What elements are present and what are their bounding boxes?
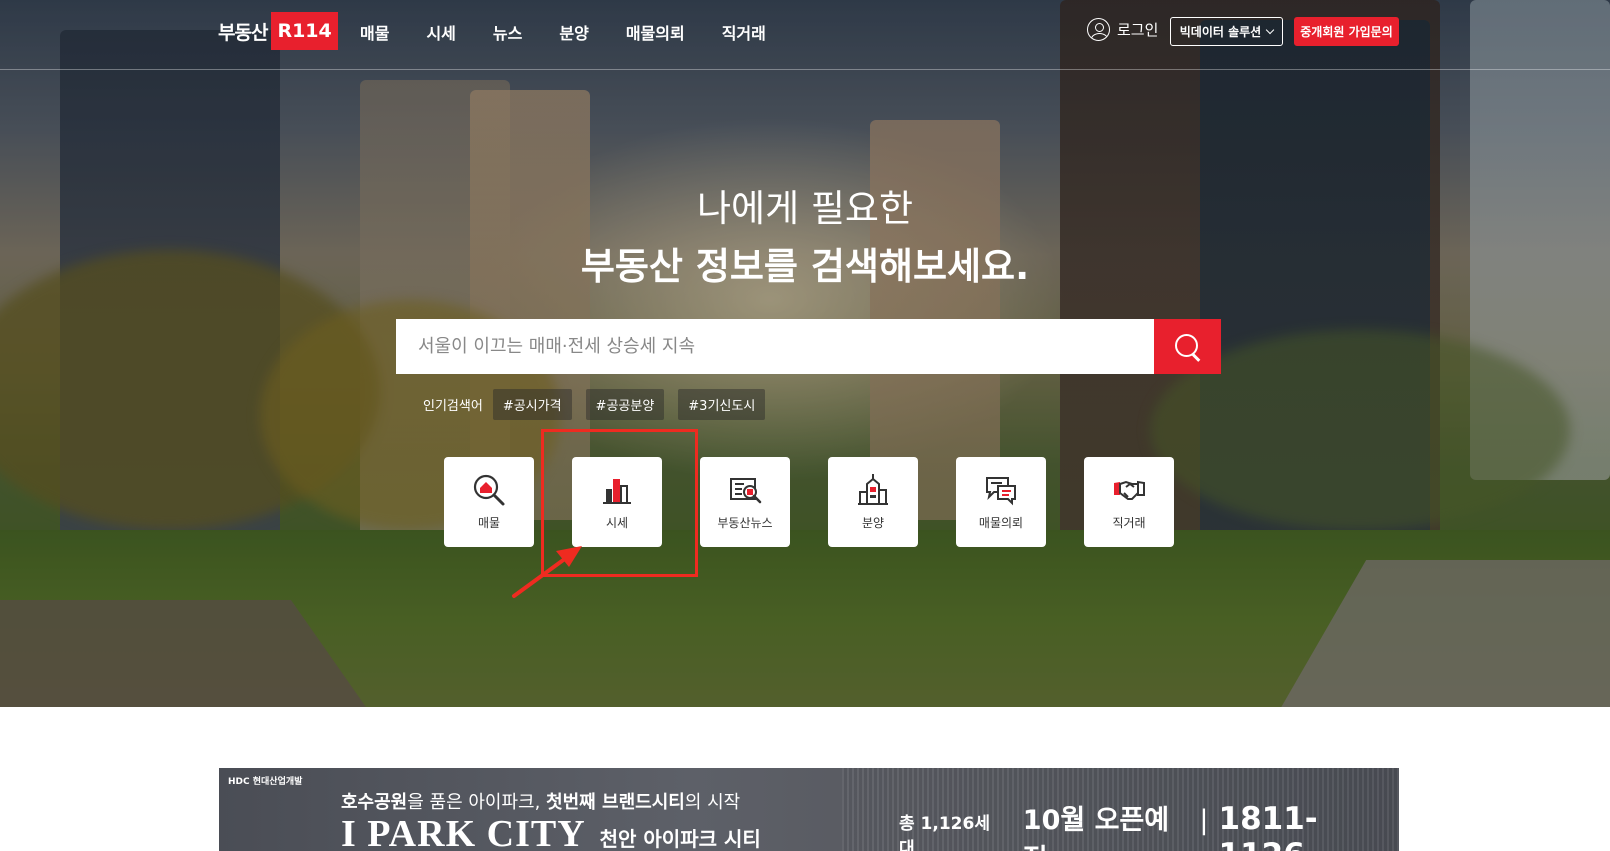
nav-item-listing-request[interactable]: 매물의뢰	[626, 20, 685, 44]
quick-menu-listings[interactable]: 매물	[444, 457, 534, 547]
logo-text: 부동산	[218, 21, 268, 44]
banner-ipark-subtitle: 천안 아이파크 시티	[599, 827, 761, 851]
popular-tag[interactable]: #공시가격	[492, 389, 572, 420]
quick-menu-label: 분양	[861, 516, 885, 530]
nav-item-presale[interactable]: 분양	[559, 20, 588, 44]
nav-item-direct-deal[interactable]: 직거래	[722, 20, 766, 44]
quick-menu-presale[interactable]: 분양	[828, 457, 918, 547]
popular-tag[interactable]: #3기신도시	[678, 389, 766, 420]
bigdata-label: 빅데이터 솔루션	[1179, 25, 1262, 39]
site-logo[interactable]: 부동산 R114	[218, 12, 338, 50]
annotation-highlight-box	[541, 429, 698, 577]
logo-badge: R114	[271, 12, 338, 50]
newspaper-icon	[730, 478, 762, 504]
nav-item-listings[interactable]: 매물	[360, 20, 389, 44]
house-search-icon	[473, 474, 505, 506]
banner-divider: |	[1199, 805, 1209, 836]
main-nav: 매물 시세 뉴스 분양 매물의뢰 직거래	[360, 20, 803, 44]
popular-tag[interactable]: #공공분양	[585, 389, 665, 420]
login-link[interactable]: 로그인	[1087, 18, 1158, 41]
banner-brand: HDC 현대산업개발	[228, 777, 303, 787]
search-bar	[396, 319, 1221, 374]
chat-bubbles-icon	[986, 477, 1016, 506]
site-header: 부동산 R114 매물 시세 뉴스 분양 매물의뢰 직거래 로그인 빅데이터 솔…	[0, 0, 1610, 70]
search-icon	[1174, 333, 1201, 360]
quick-menu-label: 매물의뢰	[978, 516, 1024, 530]
quick-menu-label: 직거래	[1112, 516, 1146, 530]
banner-units: 총 1,126세대	[899, 814, 990, 851]
agent-join-button[interactable]: 중개회원 가입문의	[1294, 17, 1399, 46]
search-input[interactable]	[396, 319, 1154, 374]
banner-open-date: 10월 오픈예정	[1022, 805, 1170, 851]
popular-label: 인기검색어	[423, 399, 483, 414]
popular-keywords: 인기검색어 #공시가격 #공공분양 #3기신도시	[423, 389, 779, 420]
banner-product: I PARK CITY 천안 아이파크 시티	[341, 812, 761, 851]
handshake-icon	[1114, 480, 1145, 500]
quick-menu-label: 부동산뉴스	[717, 516, 773, 530]
hero-title-line2: 부동산 정보를 검색해보세요.	[580, 245, 1030, 288]
quick-menu-news[interactable]: 부동산뉴스	[700, 457, 790, 547]
nav-item-news[interactable]: 뉴스	[493, 20, 522, 44]
nav-item-prices[interactable]: 시세	[426, 20, 455, 44]
user-icon	[1087, 18, 1110, 41]
promo-banner[interactable]: HDC 현대산업개발 호수공원을 품은 아이파크, 첫번째 브랜드시티의 시작 …	[219, 768, 1399, 851]
quick-menu-direct-deal[interactable]: 직거래	[1084, 457, 1174, 547]
bigdata-solution-dropdown[interactable]: 빅데이터 솔루션	[1170, 17, 1283, 46]
quick-menu-listing-request[interactable]: 매물의뢰	[956, 457, 1046, 547]
banner-info: 총 1,126세대 10월 오픈예정 | 1811-1126	[899, 798, 1399, 851]
chevron-down-icon	[1265, 25, 1275, 35]
quick-menu-label: 매물	[477, 516, 501, 530]
login-label: 로그인	[1117, 21, 1159, 39]
banner-phone: 1811-1126	[1218, 801, 1318, 851]
search-button[interactable]	[1154, 319, 1221, 374]
banner-tagline: 호수공원을 품은 아이파크, 첫번째 브랜드시티의 시작	[341, 792, 741, 813]
building-icon	[858, 474, 888, 505]
hero-title-line1: 나에게 필요한	[696, 187, 913, 230]
banner-ipark-logo: I PARK CITY	[341, 813, 586, 851]
